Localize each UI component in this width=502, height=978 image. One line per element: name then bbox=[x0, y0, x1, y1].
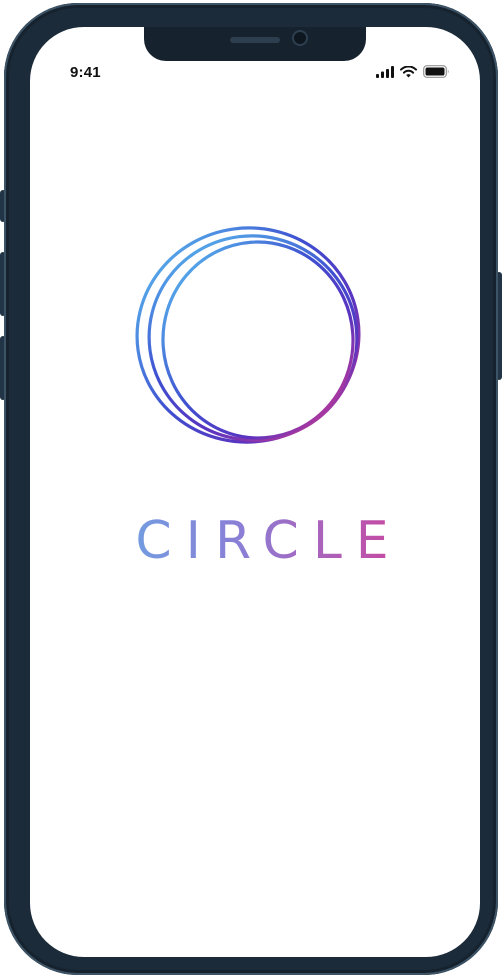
circle-logo-icon bbox=[130, 217, 370, 457]
wifi-icon bbox=[400, 65, 417, 77]
phone-screen: 9:41 CIRCLE bbox=[30, 27, 480, 957]
status-icons bbox=[376, 65, 450, 78]
battery-icon bbox=[423, 65, 449, 78]
signal-icon bbox=[376, 65, 394, 78]
front-camera-icon bbox=[294, 32, 306, 44]
notch bbox=[144, 27, 366, 61]
brand-name: CIRCLE bbox=[30, 515, 480, 567]
phone-frame: 9:41 CIRCLE bbox=[4, 3, 498, 975]
status-time: 9:41 bbox=[70, 64, 101, 81]
speaker-grille bbox=[230, 37, 280, 43]
